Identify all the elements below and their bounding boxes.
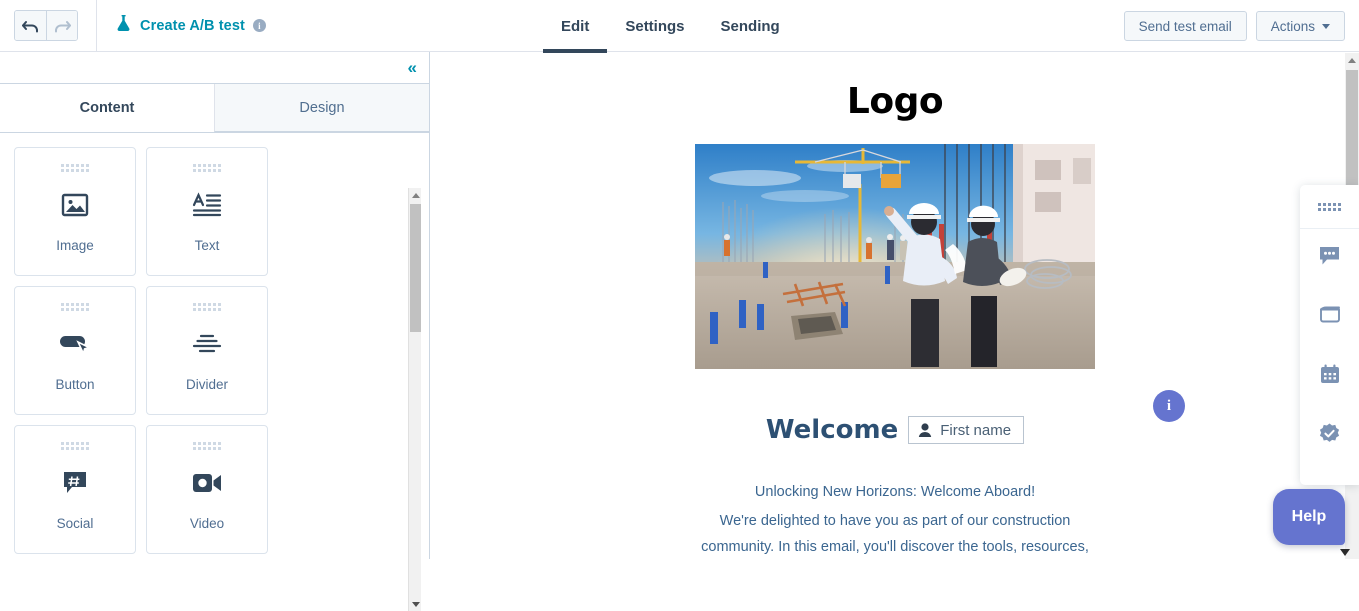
scroll-up-button[interactable] bbox=[409, 188, 422, 202]
actions-label: Actions bbox=[1271, 19, 1315, 34]
divider-icon bbox=[192, 327, 222, 361]
chevron-down-icon bbox=[1322, 24, 1330, 29]
dock-item-chat[interactable] bbox=[1300, 229, 1359, 288]
redo-button[interactable] bbox=[46, 11, 77, 40]
chevron-down-icon bbox=[412, 602, 420, 607]
personalization-token-label: First name bbox=[940, 422, 1011, 439]
actions-dropdown-button[interactable]: Actions bbox=[1256, 11, 1345, 41]
tab-sending-label: Sending bbox=[721, 18, 780, 35]
email-logo[interactable]: Logo bbox=[695, 73, 1095, 144]
tab-settings-label: Settings bbox=[625, 18, 684, 35]
block-card-video[interactable]: Video bbox=[146, 425, 268, 554]
canvas-scroll-up-button[interactable] bbox=[1345, 53, 1359, 68]
sidebar-tabs: Content Design bbox=[0, 84, 429, 132]
email-paragraph[interactable]: Unlocking New Horizons: Welcome Aboard! … bbox=[695, 479, 1095, 559]
email-paragraph-line2: We're delighted to have you as part of o… bbox=[695, 508, 1095, 560]
block-card-text[interactable]: Text bbox=[146, 147, 268, 276]
tab-settings[interactable]: Settings bbox=[607, 0, 702, 52]
dock-drag-handle[interactable] bbox=[1300, 185, 1359, 229]
welcome-row: Welcome First name bbox=[695, 415, 1095, 445]
chevron-up-icon bbox=[412, 193, 420, 198]
block-card-button[interactable]: Button bbox=[14, 286, 136, 415]
block-card-social[interactable]: Social bbox=[14, 425, 136, 554]
create-ab-test-button[interactable]: Create A/B test i bbox=[115, 14, 266, 37]
dock-item-verified[interactable] bbox=[1300, 406, 1359, 465]
primary-nav-tabs: Edit Settings Sending bbox=[543, 0, 798, 52]
blocks-grid: Image Text bbox=[14, 147, 399, 558]
sidebar-scrollbar[interactable] bbox=[408, 188, 421, 611]
sidebar-collapse-bar: « bbox=[0, 52, 429, 84]
tab-edit-label: Edit bbox=[561, 18, 589, 35]
block-label-button: Button bbox=[55, 377, 94, 392]
chevron-up-icon bbox=[1348, 58, 1356, 63]
hero-image[interactable] bbox=[695, 144, 1095, 369]
block-label-image: Image bbox=[56, 238, 94, 253]
social-icon bbox=[62, 466, 88, 500]
drag-handle-icon[interactable] bbox=[193, 303, 221, 311]
drag-handle-icon bbox=[1318, 203, 1341, 211]
text-icon bbox=[192, 188, 222, 222]
video-icon bbox=[192, 466, 222, 500]
undo-button[interactable] bbox=[15, 11, 46, 40]
topbar-actions: Send test email Actions bbox=[1124, 11, 1345, 41]
right-tool-dock bbox=[1300, 185, 1359, 485]
dock-item-card[interactable] bbox=[1300, 288, 1359, 347]
blocks-scroll-area: Image Text bbox=[0, 133, 429, 558]
chat-icon bbox=[1319, 246, 1340, 271]
help-caret-icon bbox=[1340, 549, 1350, 556]
drag-handle-icon[interactable] bbox=[193, 164, 221, 172]
block-card-image[interactable]: Image bbox=[14, 147, 136, 276]
top-toolbar: Create A/B test i Edit Settings Sending … bbox=[0, 0, 1359, 52]
block-label-divider: Divider bbox=[186, 377, 228, 392]
email-editor-canvas: Logo bbox=[431, 53, 1359, 559]
person-icon bbox=[918, 423, 932, 438]
block-label-text: Text bbox=[195, 238, 220, 253]
collapse-panel-icon[interactable]: « bbox=[408, 59, 417, 76]
send-test-email-label: Send test email bbox=[1139, 19, 1232, 34]
info-icon[interactable]: i bbox=[253, 19, 266, 32]
scroll-down-button[interactable] bbox=[409, 597, 422, 611]
badge-check-icon bbox=[1319, 423, 1340, 449]
content-sidebar: « Content Design Image bbox=[0, 52, 430, 559]
send-test-email-button[interactable]: Send test email bbox=[1124, 11, 1247, 41]
flask-icon bbox=[115, 14, 132, 37]
personalization-token[interactable]: First name bbox=[908, 416, 1024, 444]
tab-content[interactable]: Content bbox=[0, 84, 214, 132]
tab-content-label: Content bbox=[80, 100, 135, 116]
dock-item-calendar[interactable] bbox=[1300, 347, 1359, 406]
tab-design[interactable]: Design bbox=[214, 84, 429, 132]
block-label-social: Social bbox=[57, 516, 94, 531]
block-card-divider[interactable]: Divider bbox=[146, 286, 268, 415]
drag-handle-icon[interactable] bbox=[61, 164, 89, 172]
scrollbar-thumb[interactable] bbox=[410, 204, 421, 332]
drag-handle-icon[interactable] bbox=[61, 303, 89, 311]
email-paragraph-line1: Unlocking New Horizons: Welcome Aboard! bbox=[695, 479, 1095, 506]
create-ab-test-label: Create A/B test bbox=[140, 18, 245, 34]
toolbar-divider bbox=[96, 0, 97, 52]
welcome-heading[interactable]: Welcome bbox=[766, 415, 898, 445]
tab-edit[interactable]: Edit bbox=[543, 0, 607, 52]
help-button[interactable]: Help bbox=[1273, 489, 1345, 545]
undo-redo-group bbox=[14, 10, 78, 41]
block-label-video: Video bbox=[190, 516, 224, 531]
drag-handle-icon[interactable] bbox=[61, 442, 89, 450]
info-badge[interactable]: i bbox=[1153, 390, 1185, 422]
button-icon bbox=[59, 327, 91, 361]
image-icon bbox=[61, 188, 89, 222]
tab-design-label: Design bbox=[299, 100, 344, 116]
calendar-icon bbox=[1320, 364, 1340, 389]
tab-sending[interactable]: Sending bbox=[703, 0, 798, 52]
email-body: Logo bbox=[695, 53, 1095, 559]
drag-handle-icon[interactable] bbox=[193, 442, 221, 450]
card-icon bbox=[1319, 306, 1341, 330]
